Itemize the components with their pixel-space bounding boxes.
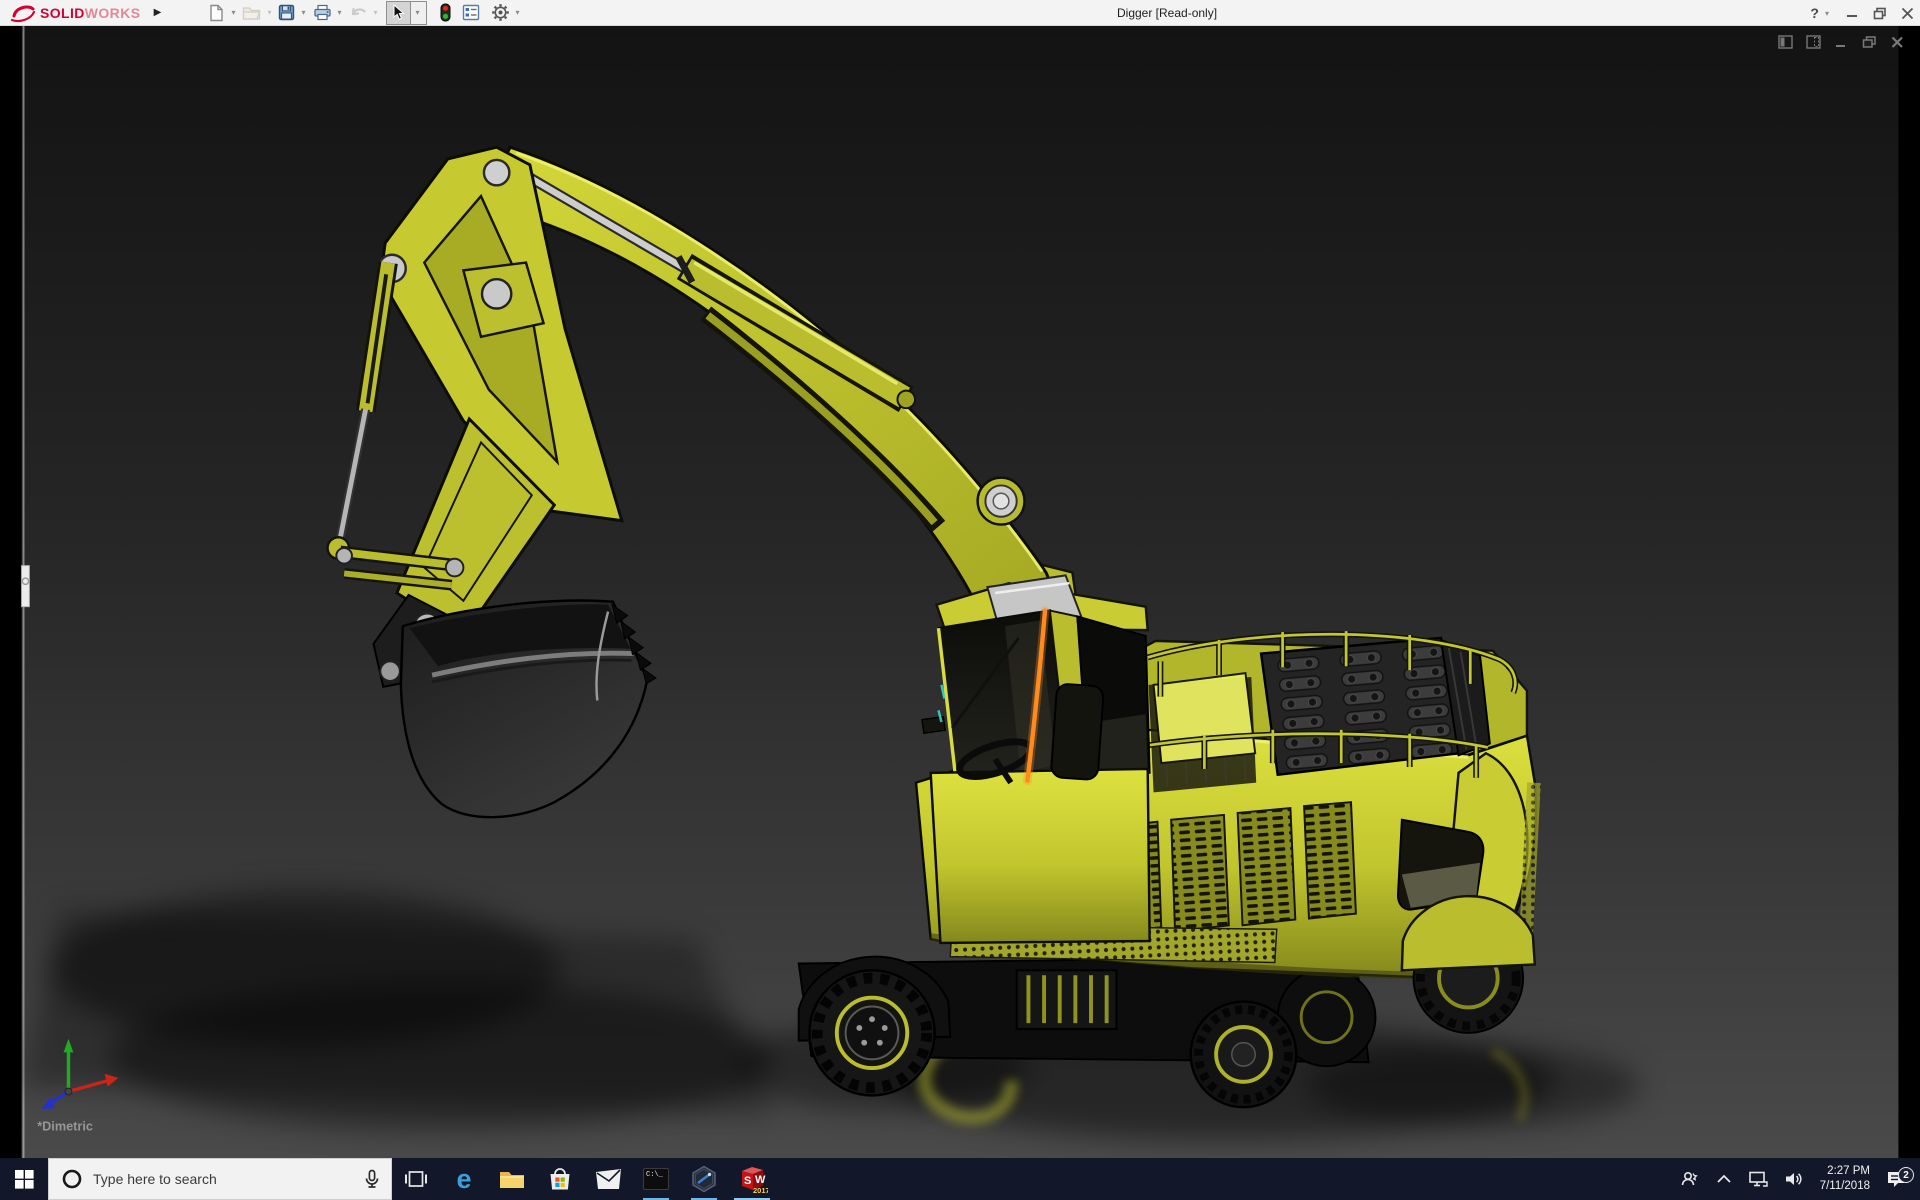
- engine-hatch: [1261, 638, 1490, 775]
- cad-app-icon: [690, 1165, 718, 1193]
- brand-works: WORKS: [85, 5, 141, 21]
- solidworks-swoosh-icon: [10, 3, 36, 23]
- solidworks-2017-icon: S W 2017: [736, 1163, 768, 1195]
- clock-time: 2:27 PM: [1820, 1164, 1870, 1179]
- windows-taskbar: e C:\_: [0, 1158, 1920, 1200]
- open-button[interactable]: [240, 1, 263, 25]
- system-tray: 2:27 PM 7/11/2018 2: [1672, 1158, 1920, 1200]
- quick-toolbar: ▾ ▾ ▾ ▾ ▾ ▾: [206, 1, 522, 25]
- people-button[interactable]: [1672, 1158, 1708, 1200]
- edge-button[interactable]: e: [440, 1158, 488, 1200]
- menu-expand-arrow[interactable]: ▶: [148, 2, 166, 24]
- options-gear-button[interactable]: [489, 1, 512, 25]
- clock-date: 7/11/2018: [1820, 1179, 1870, 1194]
- window-title: Digger [Read-only]: [1117, 0, 1217, 26]
- notification-badge: 2: [1898, 1167, 1914, 1183]
- tray-overflow-button[interactable]: [1708, 1158, 1740, 1200]
- restore-button[interactable]: [1873, 7, 1887, 20]
- doc-close-icon[interactable]: [1888, 34, 1906, 50]
- edge-icon: e: [456, 1166, 471, 1193]
- 3d-scene: *Dimetric: [0, 26, 1920, 1158]
- doc-minimize-icon[interactable]: [1832, 34, 1850, 50]
- open-caret[interactable]: ▾: [267, 8, 271, 17]
- new-document-caret[interactable]: ▾: [231, 8, 235, 17]
- file-explorer-button[interactable]: [488, 1158, 536, 1200]
- minimize-button[interactable]: [1846, 7, 1859, 20]
- collapsed-panel-tab[interactable]: [22, 566, 30, 607]
- screen: SOLIDWORKS ▶ ▾ ▾ ▾ ▾ ▾ ▾: [0, 0, 1920, 1200]
- microphone-icon[interactable]: [363, 1169, 381, 1189]
- store-icon: [547, 1166, 573, 1192]
- select-tool-button[interactable]: [387, 2, 410, 24]
- cortana-icon: [61, 1168, 83, 1190]
- windows-logo-icon: [15, 1170, 34, 1189]
- options-caret[interactable]: ▾: [516, 8, 520, 17]
- action-center-button[interactable]: 2: [1878, 1170, 1920, 1188]
- brand-solid: SOLID: [40, 5, 85, 21]
- network-icon: [1748, 1170, 1768, 1188]
- title-bar: SOLIDWORKS ▶ ▾ ▾ ▾ ▾ ▾ ▾: [0, 0, 1920, 26]
- document-window-controls: [1776, 34, 1906, 50]
- close-button[interactable]: [1901, 7, 1914, 20]
- view-orientation-label: *Dimetric: [37, 1120, 93, 1134]
- cad-app-button[interactable]: [680, 1158, 728, 1200]
- task-view-icon: [405, 1169, 427, 1189]
- graphics-area[interactable]: *Dimetric: [0, 26, 1920, 1158]
- select-tool-caret[interactable]: ▾: [410, 2, 426, 24]
- front-right-wheel: [1191, 1002, 1297, 1108]
- people-icon: [1680, 1169, 1700, 1189]
- pane-left-icon[interactable]: [1776, 34, 1794, 50]
- mail-icon: [595, 1168, 622, 1190]
- save-button[interactable]: [276, 1, 297, 25]
- print-caret[interactable]: ▾: [338, 8, 342, 17]
- save-caret[interactable]: ▾: [301, 8, 305, 17]
- solidworks-2017-button[interactable]: S W 2017: [728, 1158, 776, 1200]
- doc-restore-icon[interactable]: [1860, 34, 1878, 50]
- help-caret[interactable]: ▾: [1825, 9, 1829, 18]
- solidworks-logo: SOLIDWORKS: [0, 0, 148, 25]
- command-prompt-button[interactable]: C:\_: [632, 1158, 680, 1200]
- display-pane-button[interactable]: [460, 1, 482, 25]
- print-button[interactable]: [311, 1, 334, 25]
- pane-right-icon[interactable]: [1804, 34, 1822, 50]
- network-button[interactable]: [1740, 1158, 1776, 1200]
- svg-text:S: S: [744, 1175, 751, 1187]
- file-explorer-icon: [498, 1167, 526, 1191]
- svg-text:2017: 2017: [753, 1186, 768, 1195]
- undo-button[interactable]: [347, 1, 370, 25]
- window-controls: ? ▾: [1810, 0, 1914, 26]
- cab: [922, 575, 1150, 943]
- task-view-button[interactable]: [392, 1158, 440, 1200]
- undo-caret[interactable]: ▾: [374, 8, 378, 17]
- mail-button[interactable]: [584, 1158, 632, 1200]
- taskbar-clock[interactable]: 2:27 PM 7/11/2018: [1812, 1164, 1878, 1194]
- store-button[interactable]: [536, 1158, 584, 1200]
- help-button[interactable]: ?: [1810, 5, 1819, 21]
- new-document-button[interactable]: [206, 1, 227, 25]
- search-input[interactable]: [93, 1171, 353, 1187]
- seat: [1051, 683, 1104, 780]
- rebuild-traffic-light-button[interactable]: [438, 1, 453, 25]
- start-button[interactable]: [0, 1158, 48, 1200]
- select-tool-group: ▾: [386, 1, 427, 25]
- taskbar-search[interactable]: [48, 1158, 392, 1200]
- speaker-icon: [1784, 1170, 1804, 1188]
- command-prompt-icon: C:\_: [643, 1168, 669, 1190]
- chevron-up-icon: [1716, 1174, 1732, 1184]
- svg-text:W: W: [755, 1174, 766, 1186]
- boom-pivot: [978, 478, 1025, 525]
- volume-button[interactable]: [1776, 1158, 1812, 1200]
